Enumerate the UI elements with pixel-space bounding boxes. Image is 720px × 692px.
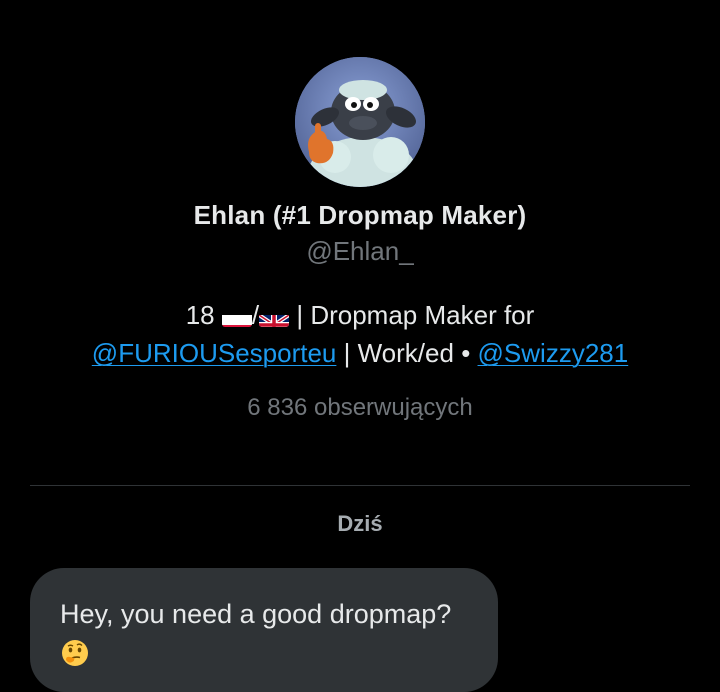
bio-work: Work/ed (357, 338, 454, 368)
sheep-avatar-image (295, 57, 425, 187)
bio-age: 18 (185, 300, 215, 330)
display-name[interactable]: Ehlan (#1 Dropmap Maker) (0, 200, 720, 231)
poland-flag-icon (221, 307, 252, 327)
message-bubble[interactable]: Hey, you need a good dropmap? (30, 568, 498, 692)
message-text: Hey, you need a good dropmap? (60, 599, 452, 629)
day-separator-label: Dziś (337, 511, 383, 536)
followers-count[interactable]: 6 836 obserwujących (0, 394, 720, 422)
bio-dot: • (461, 338, 471, 368)
divider (30, 485, 690, 486)
bio-line-2: @FURIOUSesporteu | Work/ed • @Swizzy281 (0, 334, 720, 372)
bio-role: Dropmap Maker for (310, 300, 535, 330)
thinking-face-emoji-icon (60, 638, 90, 668)
uk-flag-icon (259, 307, 290, 327)
bio-line-1: 18 / | Dropmap Maker for (0, 296, 720, 334)
mention-link-furious[interactable]: @FURIOUSesporteu (92, 338, 337, 368)
handle[interactable]: @Ehlan_ (0, 236, 720, 267)
bio-separator: | (343, 338, 351, 368)
bio: 18 / | Dropmap Maker for @FURIOUSesporte… (0, 296, 720, 372)
mention-link-swizzy[interactable]: @Swizzy281 (478, 338, 629, 368)
bio-separator: | (296, 300, 304, 330)
bio-slash: / (251, 300, 260, 330)
avatar[interactable] (295, 57, 425, 187)
